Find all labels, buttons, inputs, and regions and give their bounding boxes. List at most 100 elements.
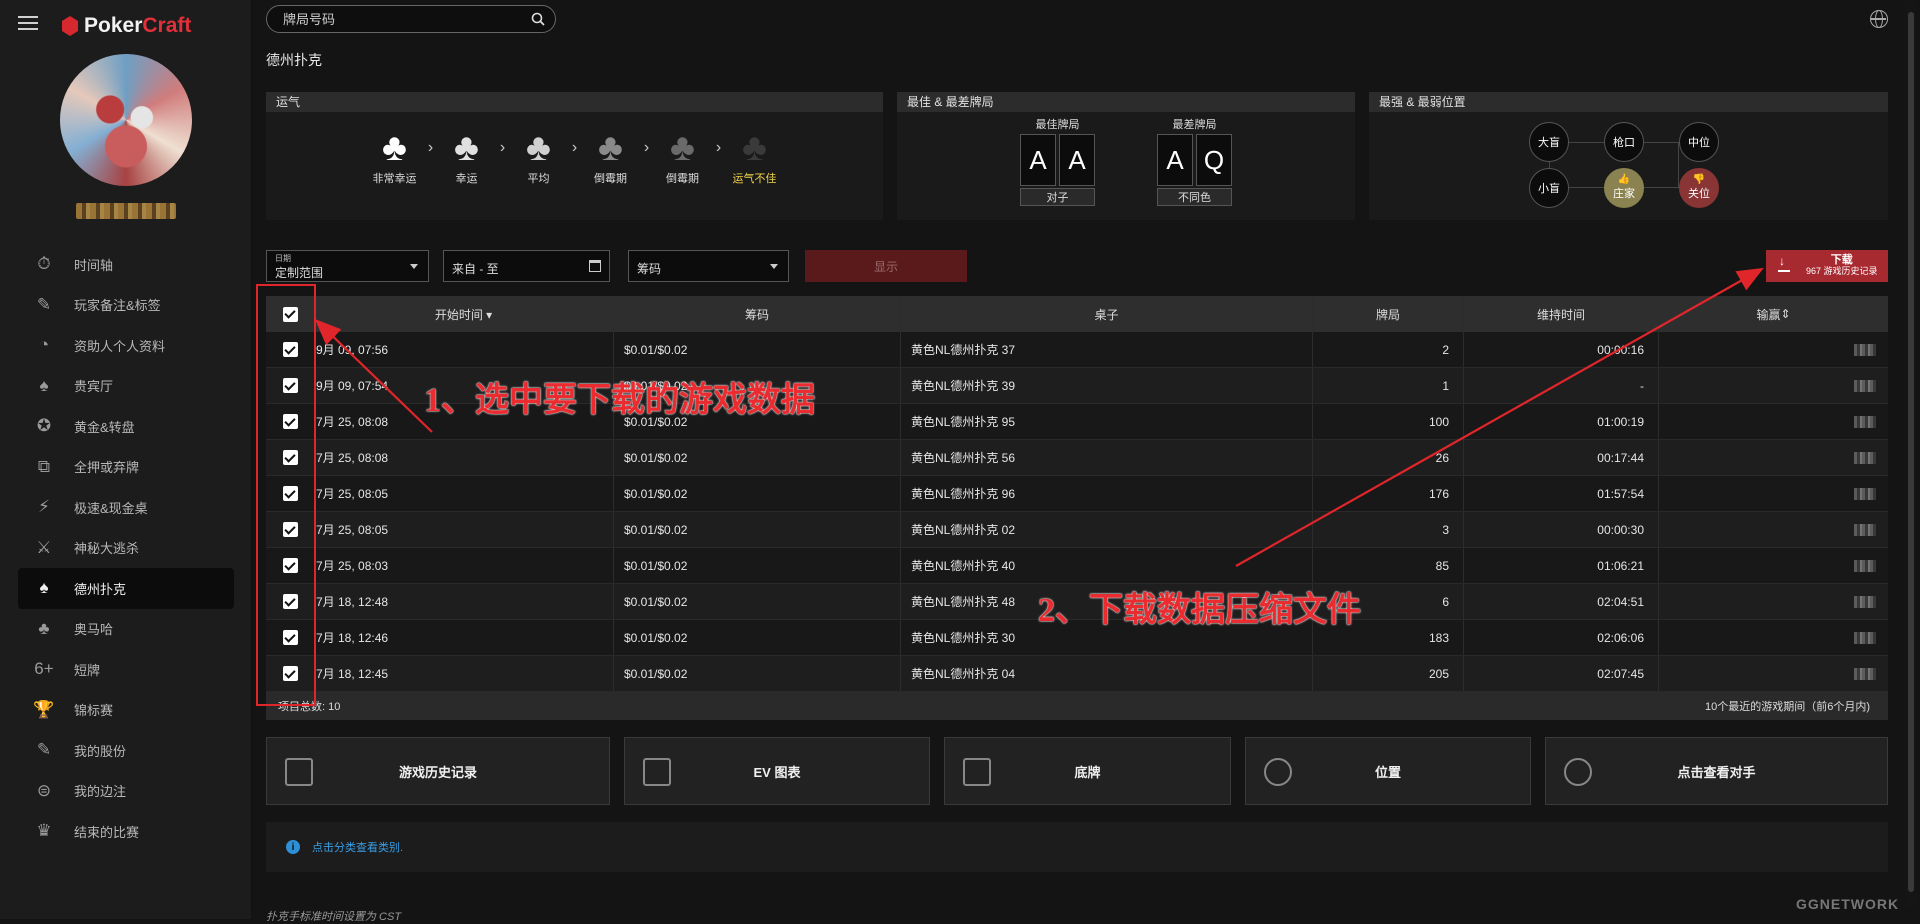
vertical-scrollbar[interactable] <box>1906 2 1916 907</box>
cell-duration: 00:17:44 <box>1463 440 1658 475</box>
holdem-cards-icon: ♠ <box>39 578 49 598</box>
luck-level-1: ♣ 幸运 <box>437 128 497 186</box>
sidebar-item-3[interactable]: ♠ 贵宾厅 <box>18 366 234 407</box>
trophy-icon: 🏆 <box>33 699 55 719</box>
annotation-step-2: 2、下载数据压缩文件 <box>1038 592 1361 629</box>
date-range-placeholder: 来自 - 至 <box>452 262 499 276</box>
sidebar-item-5[interactable]: ⧉ 全押或弃牌 <box>18 447 234 488</box>
position-pin-icon <box>1264 758 1292 786</box>
table-row[interactable]: 9月 09, 07:56 $0.01/$0.02 黄色NL德州扑克 37 2 00:00… <box>266 332 1888 368</box>
sidebar-item-13[interactable]: ⊜ 我的边注 <box>18 771 234 812</box>
position-card[interactable]: 位置 <box>1245 737 1531 805</box>
cell-start-time: 7月 25, 08:03 <box>316 559 389 573</box>
sidebar-item-1[interactable]: ✎ 玩家备注&标签 <box>18 285 234 326</box>
table-footer: 项目总数: 10 10个最近的游戏期间（前6个月内) <box>266 692 1888 720</box>
sidebar-item-12[interactable]: ✎ 我的股份 <box>18 730 234 771</box>
timezone-note: 扑克手标准时间设置为 CST <box>266 911 402 923</box>
game-history-card[interactable]: 游戏历史记录 <box>266 737 610 805</box>
sidebar-item-10[interactable]: 6+ 短牌 <box>18 649 234 690</box>
clover-icon: ♣ <box>454 127 479 169</box>
cell-table: 黄色NL德州扑克 95 <box>900 404 1312 439</box>
sidebar-item-2[interactable]: ◔ 资助人个人资料 <box>18 325 234 366</box>
worst-hand: 最差牌局 A Q 不同色 <box>1157 116 1232 206</box>
menu-icon[interactable] <box>18 16 38 32</box>
hand-search-box[interactable] <box>266 5 556 33</box>
logo-text-poker: Poker <box>84 14 143 37</box>
table-header: 开始时间 ▾ 筹码 桌子 牌局 维持时间 输赢 ⇕ <box>266 296 1888 332</box>
cell-hands: 100 <box>1312 404 1463 439</box>
cell-stakes: $0.01/$0.02 <box>613 548 900 583</box>
col-hands: 牌局 <box>1312 296 1463 332</box>
logo-text-craft: Craft <box>142 14 192 37</box>
col-start-time[interactable]: 开始时间 ▾ <box>314 306 613 323</box>
worst-hand-type: 不同色 <box>1157 188 1232 206</box>
date-filter-label: 日期 <box>275 254 291 263</box>
table-row[interactable]: 7月 25, 08:08 $0.01/$0.02 黄色NL德州扑克 56 26 00:1… <box>266 440 1888 476</box>
table-row[interactable]: 7月 18, 12:45 $0.01/$0.02 黄色NL德州扑克 04 205 02:… <box>266 656 1888 692</box>
cell-table: 黄色NL德州扑克 39 <box>900 368 1312 403</box>
category-link[interactable]: 点击分类查看类别. <box>312 839 403 855</box>
sidebar-item-4[interactable]: ✪ 黄金&转盘 <box>18 406 234 447</box>
luck-level-5: ♣ 运气不佳 <box>725 128 785 186</box>
hole-cards-grid-icon <box>963 758 991 786</box>
sidebar-item-8[interactable]: ♠ 德州扑克 <box>18 568 234 609</box>
language-globe-icon[interactable] <box>1870 10 1888 28</box>
cell-duration: 02:07:45 <box>1463 656 1658 691</box>
show-button[interactable]: 显示 <box>805 250 967 282</box>
sidebar-item-label: 神秘大逃杀 <box>74 541 140 557</box>
avatar[interactable] <box>60 54 192 186</box>
table-row[interactable]: 7月 25, 08:05 $0.01/$0.02 黄色NL德州扑克 02 3 00:00… <box>266 512 1888 548</box>
sidebar-item-label: 结束的比赛 <box>74 824 140 840</box>
best-worst-panel: 最佳 & 最差牌局 最佳牌局 A A 对子 最差牌局 A Q 不同色 <box>897 92 1355 220</box>
cell-winnings <box>1658 512 1888 547</box>
table-row[interactable]: 7月 25, 08:03 $0.01/$0.02 黄色NL德州扑克 40 85 01:0… <box>266 548 1888 584</box>
date-range-select[interactable]: 日期 定制范围 <box>266 250 429 282</box>
clover-icon: ♣ <box>598 127 623 169</box>
download-button[interactable]: 下载967 游戏历史记录 <box>1766 250 1888 282</box>
position-diagram: 大盲 枪口 中位 小盲 👍 庄家 👎 关位 <box>1529 122 1719 208</box>
logo-mark-icon <box>62 16 78 36</box>
ev-chart-icon <box>643 758 671 786</box>
cell-start-time: 7月 25, 08:05 <box>316 487 389 501</box>
scrollbar-thumb[interactable] <box>1908 12 1914 892</box>
stakes-select[interactable]: 筹码 <box>628 250 789 282</box>
sidebar-item-label: 锦标赛 <box>74 703 114 719</box>
clover-icon: ♣ <box>382 127 407 169</box>
username-blurred <box>76 203 176 219</box>
finished-tournament-icon: ♛ <box>36 821 52 841</box>
search-icon[interactable] <box>531 12 545 26</box>
sidebar-item-11[interactable]: 🏆 锦标赛 <box>18 690 234 731</box>
sidebar-item-0[interactable]: ⏱ 时间轴 <box>18 244 234 285</box>
cell-table: 黄色NL德州扑克 40 <box>900 548 1312 583</box>
chevron-down-icon <box>410 264 418 269</box>
cell-winnings <box>1658 368 1888 403</box>
calendar-icon[interactable] <box>589 260 601 272</box>
pokercraft-logo[interactable]: Poker Craft <box>62 14 191 38</box>
winnings-redacted <box>1854 595 1876 608</box>
best-hand: 最佳牌局 A A 对子 <box>1020 116 1095 206</box>
player-notes-icon: ✎ <box>36 294 52 314</box>
sidebar-item-9[interactable]: ♣ 奥马哈 <box>18 609 234 650</box>
stakes-select-label: 筹码 <box>637 262 662 276</box>
clover-icon: ♣ <box>670 127 695 169</box>
view-opponents-card[interactable]: 点击查看对手 <box>1545 737 1888 805</box>
sidebar-item-6[interactable]: ⚡ 极速&现金桌 <box>18 487 234 528</box>
hand-number-input[interactable] <box>281 10 531 28</box>
table-row[interactable]: 7月 25, 08:05 $0.01/$0.02 黄色NL德州扑克 96 176 01:… <box>266 476 1888 512</box>
sidebar-item-7[interactable]: ⚔ 神秘大逃杀 <box>18 528 234 569</box>
hole-cards-card[interactable]: 底牌 <box>944 737 1231 805</box>
ev-chart-card[interactable]: EV 图表 <box>624 737 930 805</box>
cell-stakes: $0.01/$0.02 <box>613 584 900 619</box>
cell-winnings <box>1658 476 1888 511</box>
info-icon: i <box>286 840 300 854</box>
cell-stakes: $0.01/$0.02 <box>613 332 900 367</box>
best-hand-type: 对子 <box>1020 188 1095 206</box>
luck-level-label: 幸运 <box>455 173 478 185</box>
date-range-input[interactable]: 来自 - 至 <box>443 250 610 282</box>
col-winnings[interactable]: 输赢 ⇕ <box>1658 296 1888 332</box>
sidebar-item-label: 短牌 <box>74 662 101 678</box>
cell-table: 黄色NL德州扑克 02 <box>900 512 1312 547</box>
luck-scale: ♣ 非常幸运 › ♣ 幸运 › ♣ 平均 › ♣ 倒霉期 › ♣ 倒霉期 › ♣ 运气不佳 <box>266 128 883 186</box>
cell-start-time: 7月 18, 12:46 <box>316 631 389 645</box>
sidebar-item-14[interactable]: ♛ 结束的比赛 <box>18 811 234 852</box>
